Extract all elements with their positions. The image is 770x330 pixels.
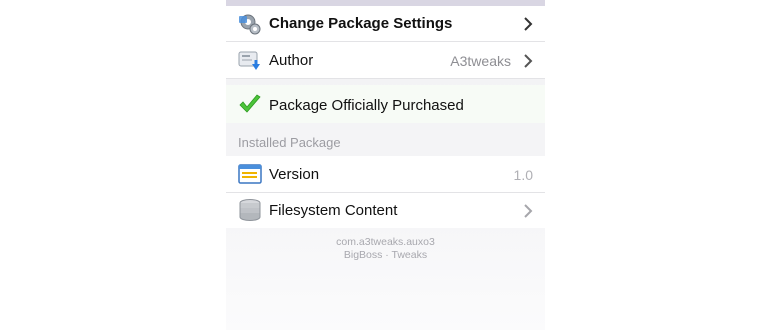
purchased-label: Package Officially Purchased bbox=[269, 97, 464, 114]
chevron-right-icon bbox=[524, 54, 533, 68]
chevron-right-icon bbox=[524, 204, 533, 218]
package-source-footer: BigBoss · Tweaks bbox=[343, 249, 428, 261]
change-settings-row[interactable]: Change Package Settings bbox=[226, 6, 545, 41]
package-details-screen: Change Package Settings Author A3tweaks … bbox=[226, 0, 545, 330]
filesystem-content-label: Filesystem Content bbox=[269, 202, 398, 219]
installed-package-header: Installed Package bbox=[238, 135, 341, 150]
change-settings-label: Change Package Settings bbox=[269, 15, 453, 32]
gears-icon bbox=[239, 14, 261, 35]
filesystem-content-row[interactable]: Filesystem Content bbox=[226, 193, 545, 228]
chevron-right-icon bbox=[524, 17, 533, 31]
contact-card-icon bbox=[238, 51, 260, 70]
window-icon bbox=[238, 164, 262, 184]
version-row: Version 1.0 bbox=[226, 156, 545, 192]
purchased-row: Package Officially Purchased bbox=[226, 85, 545, 123]
author-label: Author bbox=[269, 52, 314, 69]
version-value: 1.0 bbox=[513, 167, 533, 183]
author-row[interactable]: Author A3tweaks bbox=[226, 42, 545, 78]
checkmark-icon bbox=[239, 94, 261, 113]
author-value: A3tweaks bbox=[450, 53, 511, 69]
package-id-footer: com.a3tweaks.auxo3 bbox=[336, 236, 435, 248]
separator bbox=[226, 78, 545, 79]
version-label: Version bbox=[269, 166, 320, 183]
database-icon bbox=[239, 199, 261, 221]
